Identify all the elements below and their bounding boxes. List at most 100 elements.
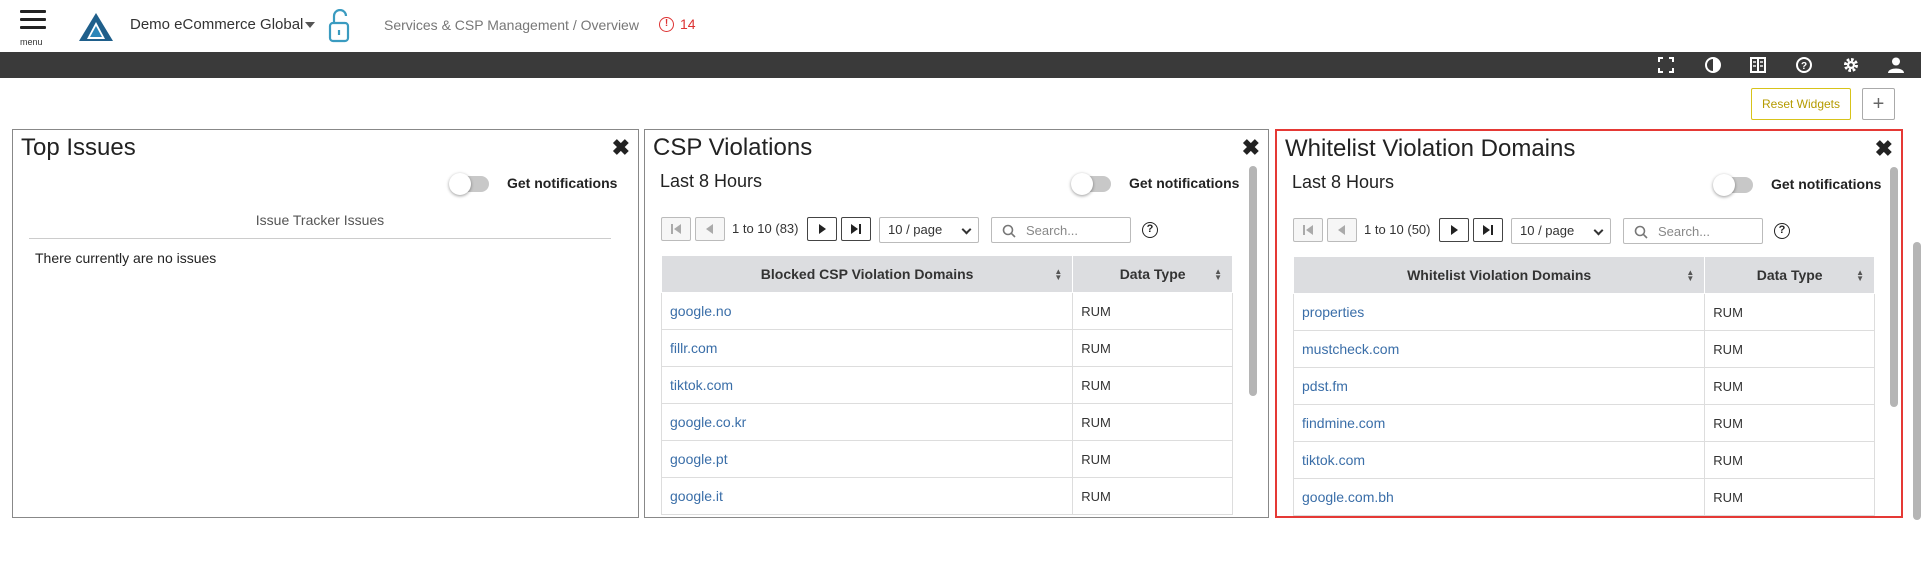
page-size-value: 10 / page [1520, 223, 1575, 238]
data-type-cell: RUM [1704, 367, 1875, 405]
table-row: mustcheck.com RUM [1292, 330, 1875, 368]
notifications-label: Get notifications [1771, 176, 1882, 192]
panel-scrollbar[interactable] [1249, 166, 1257, 396]
close-icon[interactable]: ✖ [612, 135, 630, 161]
app-logo[interactable] [78, 12, 114, 42]
notifications-toggle[interactable] [1071, 173, 1111, 195]
search-icon [1002, 224, 1016, 238]
column-header-data-type[interactable]: Data Type ▲ ▼ [1704, 256, 1875, 294]
domain-link[interactable]: tiktok.com [660, 366, 1074, 404]
table-row: findmine.com RUM [1292, 404, 1875, 442]
table-row: google.it RUM [660, 477, 1233, 515]
data-type-cell: RUM [1072, 329, 1233, 367]
domain-link[interactable]: google.it [660, 477, 1074, 515]
table-row: pdst.fm RUM [1292, 367, 1875, 405]
first-page-button[interactable] [1293, 218, 1323, 242]
unlocked-icon[interactable] [328, 9, 354, 43]
chevron-down-icon [1593, 225, 1604, 236]
search-input[interactable]: Search... [1623, 218, 1763, 244]
data-type-cell: RUM [1704, 293, 1875, 331]
domain-link[interactable]: fillr.com [660, 329, 1074, 367]
next-page-button[interactable] [1439, 218, 1469, 242]
org-dropdown-caret-icon[interactable] [305, 22, 315, 28]
top-header: menu Demo eCommerce Global Services & CS… [0, 0, 1921, 52]
time-range-label: Last 8 Hours [1292, 172, 1395, 192]
column-header-data-type[interactable]: Data Type ▲ ▼ [1072, 255, 1233, 293]
book-icon[interactable] [1749, 56, 1767, 74]
help-icon[interactable]: ? [1795, 56, 1813, 74]
column-header-label: Whitelist Violation Domains [1407, 267, 1592, 283]
table-row: google.no RUM [660, 292, 1233, 330]
domain-link[interactable]: google.co.kr [660, 403, 1074, 441]
contrast-icon[interactable] [1704, 56, 1722, 74]
csp-violations-panel: CSP Violations ✖ Last 8 Hours Get notifi… [644, 129, 1269, 518]
add-widget-button[interactable]: + [1862, 88, 1895, 120]
notifications-toggle[interactable] [1713, 174, 1753, 196]
page-size-select[interactable]: 10 / page [879, 217, 979, 243]
page-scrollbar[interactable] [1913, 242, 1921, 520]
org-name[interactable]: Demo eCommerce Global [130, 16, 303, 33]
sort-icon: ▲ ▼ [1686, 268, 1695, 283]
pagination-range: 1 to 10 (83) [732, 221, 799, 236]
domain-link[interactable]: properties [1292, 293, 1706, 331]
page-size-value: 10 / page [888, 222, 943, 237]
domain-link[interactable]: google.com.bh [1292, 478, 1706, 516]
domain-link[interactable]: pdst.fm [1292, 367, 1706, 405]
alert-indicator[interactable]: ! 14 [659, 16, 696, 32]
panel-scrollbar[interactable] [1890, 167, 1898, 407]
sort-icon: ▲ ▼ [1214, 267, 1222, 282]
data-type-cell: RUM [1072, 440, 1233, 478]
table-row: google.pt RUM [660, 440, 1233, 478]
help-icon[interactable]: ? [1774, 223, 1790, 239]
data-type-cell: RUM [1704, 404, 1875, 442]
page-size-select[interactable]: 10 / page [1511, 218, 1611, 244]
first-page-icon [1303, 225, 1313, 235]
search-input[interactable]: Search... [991, 217, 1131, 243]
reset-widgets-button[interactable]: Reset Widgets [1751, 88, 1851, 120]
close-icon[interactable]: ✖ [1242, 135, 1260, 161]
menu-button[interactable]: menu [20, 10, 48, 47]
whitelist-domains-table: Whitelist Violation Domains ▲ ▼ Data Type ▲… [1292, 256, 1875, 516]
prev-page-button[interactable] [695, 217, 725, 241]
close-icon[interactable]: ✖ [1875, 136, 1893, 162]
last-page-button[interactable] [1473, 218, 1503, 242]
hamburger-icon-bar [20, 26, 46, 29]
menu-label: menu [20, 37, 43, 47]
time-range-label: Last 8 Hours [660, 171, 763, 191]
domain-link[interactable]: google.no [660, 292, 1074, 330]
gear-icon[interactable] [1842, 56, 1860, 74]
fullscreen-icon[interactable] [1657, 56, 1675, 74]
notifications-toggle[interactable] [449, 173, 489, 195]
breadcrumb[interactable]: Services & CSP Management / Overview [384, 17, 639, 33]
panel-title: Whitelist Violation Domains [1285, 135, 1576, 162]
user-icon[interactable] [1887, 56, 1905, 74]
prev-page-button[interactable] [1327, 218, 1357, 242]
prev-page-icon [706, 224, 713, 234]
top-issues-panel: Top Issues ✖ Get notifications Issue Tra… [12, 129, 639, 518]
next-page-button[interactable] [807, 217, 837, 241]
column-header-domain[interactable]: Whitelist Violation Domains ▲ ▼ [1292, 256, 1706, 294]
data-type-cell: RUM [1072, 292, 1233, 330]
column-header-label: Blocked CSP Violation Domains [760, 266, 974, 282]
table-row: tiktok.com RUM [1292, 441, 1875, 479]
first-page-button[interactable] [661, 217, 691, 241]
help-icon[interactable]: ? [1142, 222, 1158, 238]
table-row: fillr.com RUM [660, 329, 1233, 367]
data-type-cell: RUM [1072, 403, 1233, 441]
last-page-button[interactable] [841, 217, 871, 241]
hamburger-icon [20, 10, 46, 13]
toggle-knob [1713, 174, 1735, 196]
alert-icon: ! [659, 16, 674, 32]
domain-link[interactable]: tiktok.com [1292, 441, 1706, 479]
issue-tracker-header: Issue Tracker Issues [29, 212, 611, 239]
data-type-cell: RUM [1072, 366, 1233, 404]
table-row: google.com.bh RUM [1292, 478, 1875, 516]
column-header-domain[interactable]: Blocked CSP Violation Domains ▲ ▼ [660, 255, 1074, 293]
panel-title: Top Issues [21, 134, 136, 161]
domain-link[interactable]: mustcheck.com [1292, 330, 1706, 368]
search-placeholder: Search... [1658, 224, 1711, 239]
domain-link[interactable]: findmine.com [1292, 404, 1706, 442]
domain-link[interactable]: google.pt [660, 440, 1074, 478]
sort-icon: ▲ ▼ [1054, 267, 1063, 282]
search-placeholder: Search... [1026, 223, 1079, 238]
